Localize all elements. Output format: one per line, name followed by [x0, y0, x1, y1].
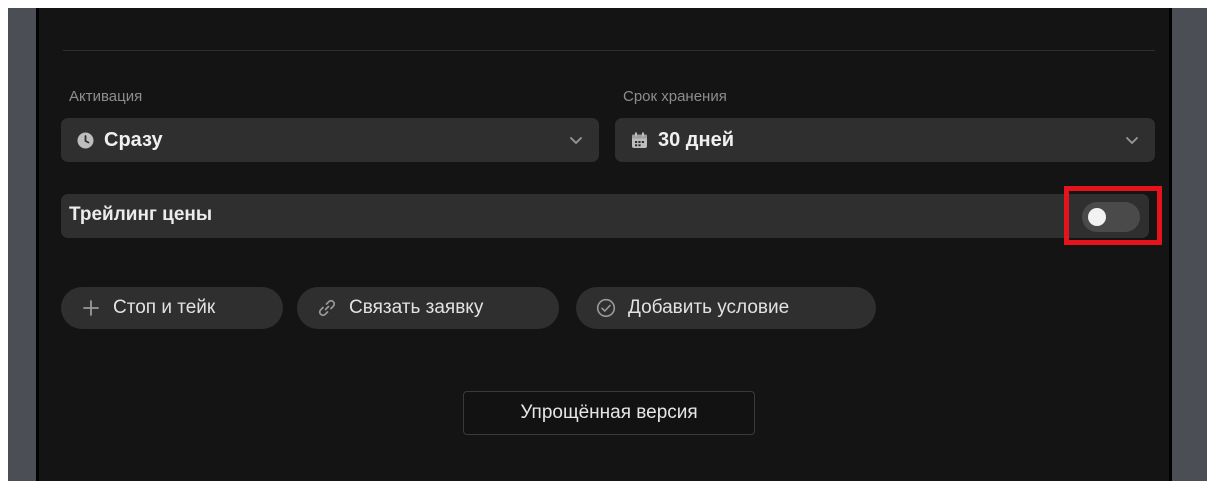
right-side-bar: [1172, 8, 1207, 481]
activation-select[interactable]: Сразу: [61, 118, 599, 162]
check-circle-icon: [596, 298, 616, 318]
link-order-button[interactable]: Связать заявку: [297, 287, 559, 329]
calendar-icon: [631, 132, 648, 149]
left-side-bar: [8, 8, 36, 481]
toggle-knob: [1088, 208, 1106, 226]
chevron-down-icon: [1125, 133, 1139, 147]
activation-label: Активация: [69, 88, 143, 105]
storage-select[interactable]: 30 дней: [615, 118, 1155, 162]
storage-value: 30 дней: [658, 128, 734, 151]
clock-icon: [77, 132, 94, 149]
chevron-down-icon: [569, 133, 583, 147]
link-order-label: Связать заявку: [349, 297, 484, 318]
order-panel: Активация Сразу Срок хранения 30 дней Тр…: [36, 8, 1172, 481]
stop-take-label: Стоп и тейк: [113, 297, 216, 318]
activation-value: Сразу: [104, 128, 163, 151]
trailing-price-toggle[interactable]: [1082, 202, 1140, 232]
link-icon: [317, 298, 337, 318]
add-condition-label: Добавить условие: [628, 297, 790, 318]
divider: [63, 50, 1155, 51]
storage-label: Срок хранения: [623, 88, 727, 105]
screenshot-frame: Активация Сразу Срок хранения 30 дней Тр…: [0, 0, 1207, 481]
simple-version-button[interactable]: Упрощённая версия: [463, 391, 755, 435]
add-condition-button[interactable]: Добавить условие: [576, 287, 876, 329]
plus-icon: [81, 298, 101, 318]
simple-version-label: Упрощённая версия: [520, 402, 698, 423]
trailing-price-row: Трейлинг цены: [61, 194, 1149, 238]
stop-take-button[interactable]: Стоп и тейк: [61, 287, 283, 329]
trailing-price-label: Трейлинг цены: [69, 204, 213, 225]
